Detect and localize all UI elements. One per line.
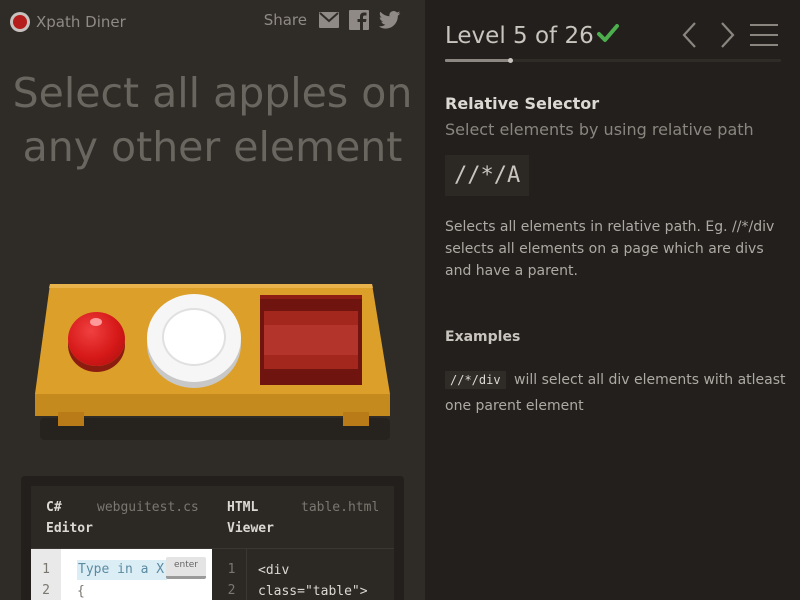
- line-number: 2: [42, 583, 50, 598]
- examples-title: Examples: [445, 329, 521, 345]
- html-pane-header: HTML Viewer table.html: [217, 486, 394, 548]
- html-pane-title: HTML Viewer: [227, 500, 274, 536]
- selector-title: Select elements by using relative path: [445, 120, 754, 139]
- example-code: //*/div: [445, 371, 506, 389]
- next-level-button[interactable]: [715, 20, 739, 50]
- logo-icon: [10, 12, 30, 32]
- css-brace: {: [77, 584, 85, 599]
- table-leg-left: [58, 412, 84, 426]
- bento[interactable]: [260, 295, 362, 385]
- plate[interactable]: [147, 294, 241, 382]
- brand[interactable]: Xpath Diner: [10, 11, 126, 33]
- selector-input[interactable]: Type in a X: [77, 560, 167, 580]
- line-number: 2: [227, 583, 236, 598]
- facebook-icon[interactable]: [349, 10, 369, 30]
- apple[interactable]: [68, 312, 125, 366]
- app-name: Xpath Diner: [36, 13, 126, 31]
- html-code: <div class="table">: [258, 560, 368, 600]
- css-pane-title: C# Editor: [46, 500, 93, 536]
- share-label: Share: [263, 11, 307, 29]
- selector-description: Selects all elements in relative path. E…: [445, 219, 775, 279]
- plate-inner: [162, 308, 226, 366]
- css-pane-header: C# Editor webguitest.cs: [31, 486, 212, 548]
- css-pane-file: webguitest.cs: [97, 500, 199, 515]
- css-line-numbers: 1 2: [31, 549, 61, 600]
- enter-button[interactable]: enter: [166, 557, 206, 579]
- html-pane-file: table.html: [301, 500, 380, 515]
- line-number: 1: [42, 562, 50, 577]
- progress-knob: [508, 58, 513, 63]
- example: //*/div will select all div elements wit…: [445, 367, 790, 419]
- sidebar: Level 5 of 26 Relative Selector Select e…: [425, 0, 800, 600]
- html-code-line: <div: [258, 563, 290, 578]
- level-instruction: Select all apples on any other element: [12, 69, 413, 171]
- previous-level-button[interactable]: [678, 20, 702, 50]
- progress-fill: [445, 59, 510, 62]
- menu-icon[interactable]: [750, 21, 778, 49]
- apple-shine: [90, 318, 102, 326]
- twitter-icon[interactable]: [379, 11, 401, 29]
- selector-name: Relative Selector: [445, 94, 600, 113]
- line-number: 1: [227, 562, 236, 577]
- selector-syntax: //*/A: [445, 155, 530, 196]
- html-line-numbers: 1 2: [217, 549, 247, 600]
- editor: C# Editor webguitest.cs HTML Viewer tabl…: [21, 476, 404, 600]
- mail-icon[interactable]: [319, 12, 339, 28]
- checkmark-icon: [597, 24, 619, 42]
- table-leg-right: [343, 412, 369, 426]
- editor-inner: C# Editor webguitest.cs HTML Viewer tabl…: [31, 486, 394, 600]
- share-bar: Share: [264, 10, 401, 30]
- level-indicator[interactable]: Level 5 of 26: [445, 21, 594, 51]
- css-pane: 1 2 Type in a X { enter: [31, 549, 212, 600]
- html-code-line: class="table">: [258, 584, 368, 599]
- html-pane: 1 2 <div class="table">: [217, 549, 394, 600]
- game-panel: Xpath Diner Share Select all apples on a…: [0, 0, 425, 600]
